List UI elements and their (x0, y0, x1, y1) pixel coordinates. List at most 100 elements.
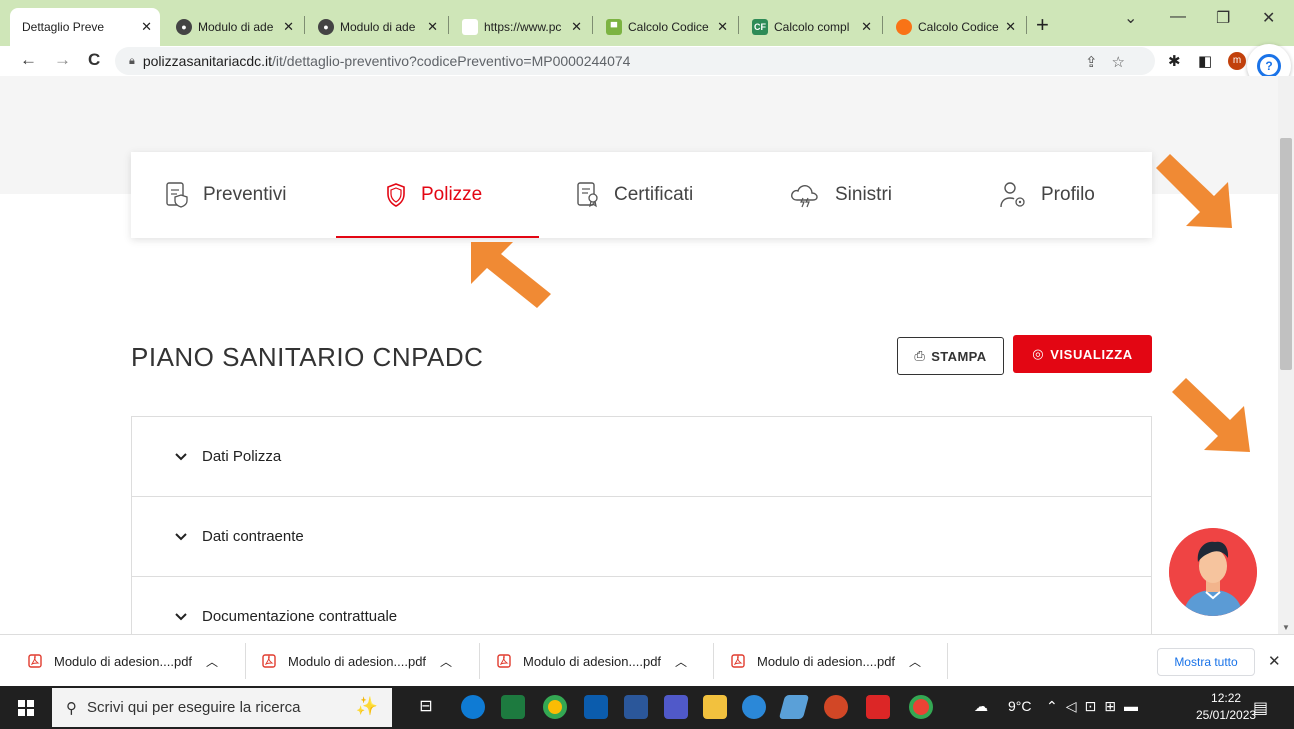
weather-icon[interactable]: ☁︎ (974, 698, 988, 715)
side-panel-icon[interactable]: ◧ (1198, 52, 1212, 70)
tab-separator (1026, 16, 1027, 34)
download-item[interactable]: Modulo di adesion....pdf ︿ (262, 635, 452, 687)
download-item[interactable]: Modulo di adesion....pdf ︿ (28, 635, 218, 687)
download-item[interactable]: Modulo di adesion....pdf ︿ (497, 635, 687, 687)
browser-tab-5[interactable]: ▀ Calcolo Codice ✕ (594, 10, 736, 43)
document-shield-icon (166, 182, 188, 208)
windows-taskbar: ⚲ Scrivi qui per eseguire la ricerca ✨ ⊟… (0, 686, 1294, 729)
eye-icon: ◎ (1032, 346, 1045, 361)
chevron-down-icon (175, 532, 187, 540)
address-bar[interactable]: 🔒︎ polizzasanitariacdc.it/it/dettaglio-p… (115, 47, 1155, 75)
minimize-button[interactable]: — (1170, 8, 1186, 26)
tab-title: Calcolo compl (774, 19, 850, 34)
chrome-icon[interactable] (543, 695, 567, 719)
view-button[interactable]: ◎ VISUALIZZA (1013, 335, 1152, 373)
accordion-item-dati-contraente[interactable]: Dati contraente (132, 497, 1151, 577)
print-label: STAMPA (931, 348, 987, 364)
tab-separator (592, 16, 593, 34)
weather-temperature[interactable]: 9°C (1008, 698, 1032, 714)
tab-title: Calcolo Codice (918, 19, 999, 34)
close-window-button[interactable]: ✕ (1262, 8, 1275, 28)
downloads-bar: Modulo di adesion....pdf ︿ Modulo di ade… (0, 634, 1294, 686)
tab-close-icon[interactable]: ✕ (717, 19, 728, 35)
reload-button[interactable]: C (88, 50, 100, 70)
download-item[interactable]: Modulo di adesion....pdf ︿ (731, 635, 921, 687)
cf-icon: CF (752, 18, 768, 35)
chat-assistant-avatar[interactable] (1169, 528, 1257, 616)
nav-item-sinistri[interactable]: Sinistri (789, 180, 892, 210)
browser-tab-7[interactable]: Calcolo Codice ✕ (884, 10, 1024, 43)
system-tray-icons[interactable]: ⌃◁⊡⊞▬ (1046, 698, 1146, 715)
browser-tab-1[interactable]: Dettaglio Preve ✕ (10, 8, 160, 46)
tab-title: Calcolo Codice (628, 19, 709, 34)
browser-tab-strip: Dettaglio Preve ✕ ● Modulo di ade ✕ ● Mo… (0, 0, 1294, 46)
print-button[interactable]: ⎙ STAMPA (897, 337, 1004, 375)
caret-up-icon[interactable]: ︿ (909, 653, 921, 670)
edge-icon[interactable] (461, 695, 485, 719)
chrome-profile-icon[interactable] (909, 695, 933, 719)
taskbar-search-box[interactable]: ⚲ Scrivi qui per eseguire la ricerca ✨ (52, 688, 392, 727)
powerpoint-icon[interactable] (824, 695, 848, 719)
tab-close-icon[interactable]: ✕ (1005, 19, 1016, 35)
back-button[interactable]: ← (20, 50, 37, 70)
url-path: /it/dettaglio-preventivo?codicePreventiv… (272, 53, 631, 69)
page-title: PIANO SANITARIO CNPADC (131, 342, 484, 372)
forward-button[interactable]: → (54, 50, 71, 70)
pdf-icon (731, 654, 745, 668)
acrobat-icon[interactable] (866, 695, 890, 719)
accordion-item-dati-polizza[interactable]: Dati Polizza (132, 417, 1151, 497)
tab-close-icon[interactable]: ✕ (861, 19, 872, 35)
notification-icon[interactable]: ▤ (1253, 698, 1268, 718)
word-icon[interactable] (624, 695, 648, 719)
task-view-icon[interactable]: ⊟ (414, 695, 438, 719)
notes-icon[interactable] (778, 695, 810, 719)
browser-tab-2[interactable]: ● Modulo di ade ✕ (164, 10, 302, 43)
nav-label: Preventivi (203, 184, 287, 205)
download-filename: Modulo di adesion....pdf (54, 653, 193, 669)
chevron-down-icon (175, 452, 187, 460)
circle-icon (896, 18, 912, 35)
certificate-icon (577, 182, 598, 208)
nav-item-certificati[interactable]: Certificati (576, 180, 693, 210)
profile-avatar[interactable]: m (1228, 52, 1246, 70)
scroll-down-arrow[interactable]: ▼ (1282, 623, 1290, 632)
excel-icon[interactable] (501, 695, 525, 719)
windows-start-icon[interactable] (18, 700, 34, 716)
nav-label: Sinistri (835, 184, 893, 205)
tab-search-icon[interactable]: ⌄ (1124, 8, 1137, 28)
caret-up-icon[interactable]: ︿ (675, 653, 687, 670)
outlook-icon[interactable] (584, 695, 608, 719)
tab-close-icon[interactable]: ✕ (427, 19, 438, 35)
restore-button[interactable]: ❐ (1216, 8, 1230, 28)
page-scrollbar[interactable]: ▼ (1278, 76, 1294, 634)
teams-icon[interactable] (664, 695, 688, 719)
tab-title: https://www.pc (484, 19, 562, 34)
close-downloads-icon[interactable]: ✕ (1268, 652, 1281, 670)
caret-up-icon[interactable]: ︿ (440, 653, 452, 670)
tab-separator (448, 16, 449, 34)
browser-toolbar: ← → C 🔒︎ polizzasanitariacdc.it/it/detta… (0, 46, 1294, 76)
extensions-puzzle-icon[interactable]: ✱ (1168, 52, 1181, 70)
file-explorer-icon[interactable] (703, 695, 727, 719)
clock[interactable]: 12:22 25/01/2023 (1196, 690, 1256, 724)
nav-item-polizze[interactable]: Polizze (385, 180, 482, 210)
download-filename: Modulo di adesion....pdf (757, 653, 896, 669)
share-bookmark-icons[interactable]: ⇪☆ (1085, 53, 1139, 71)
scrollbar-thumb[interactable] (1280, 138, 1292, 370)
browser-tab-6[interactable]: CF Calcolo compl ✕ (740, 10, 880, 43)
browser-tab-3[interactable]: ● Modulo di ade ✕ (306, 10, 446, 43)
show-all-downloads-button[interactable]: Mostra tutto (1157, 648, 1255, 676)
nav-label: Profilo (1041, 184, 1095, 205)
chevron-down-icon (175, 612, 187, 620)
skype-icon[interactable] (742, 695, 766, 719)
nav-item-preventivi[interactable]: Preventivi (165, 180, 286, 210)
nav-item-profilo[interactable]: Profilo (999, 180, 1095, 210)
tab-close-icon[interactable]: ✕ (283, 19, 294, 35)
accordion-item-documentazione[interactable]: Documentazione contrattuale (132, 577, 1151, 634)
search-icon: ⚲ (66, 699, 77, 717)
caret-up-icon[interactable]: ︿ (206, 653, 218, 670)
browser-tab-4[interactable]: https://www.pc ✕ (450, 10, 590, 43)
tab-close-icon[interactable]: ✕ (141, 19, 152, 35)
tab-close-icon[interactable]: ✕ (571, 19, 582, 35)
new-tab-button[interactable]: + (1036, 12, 1049, 38)
